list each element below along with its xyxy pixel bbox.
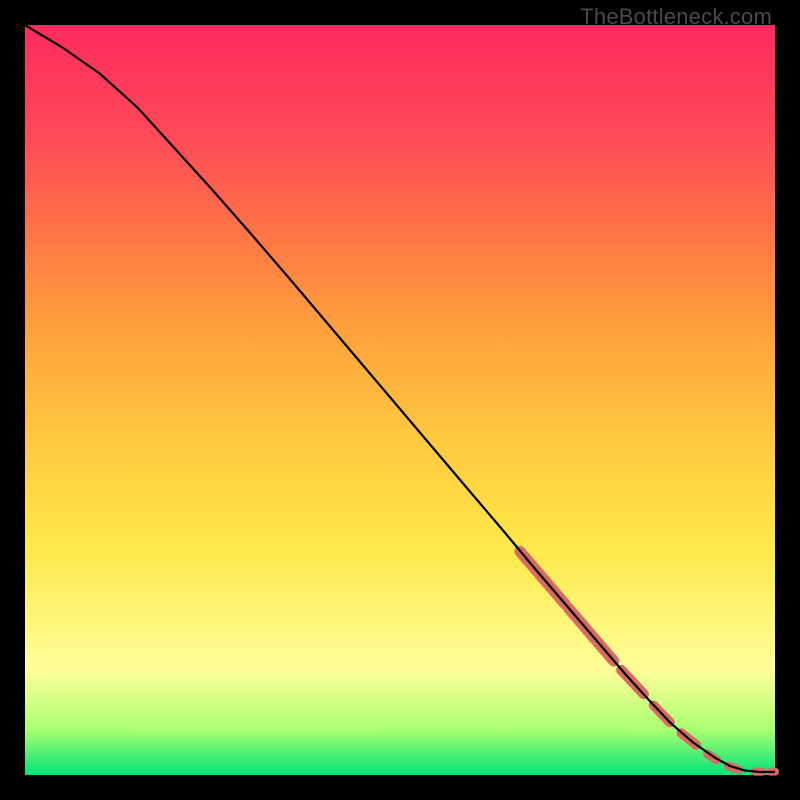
chart-overlay-svg bbox=[25, 25, 775, 775]
chart-plot-area bbox=[25, 25, 775, 775]
chart-curve bbox=[25, 25, 775, 772]
chart-markers bbox=[520, 552, 775, 772]
watermark-text: TheBottleneck.com bbox=[580, 4, 772, 30]
chart-frame: TheBottleneck.com bbox=[0, 0, 800, 800]
